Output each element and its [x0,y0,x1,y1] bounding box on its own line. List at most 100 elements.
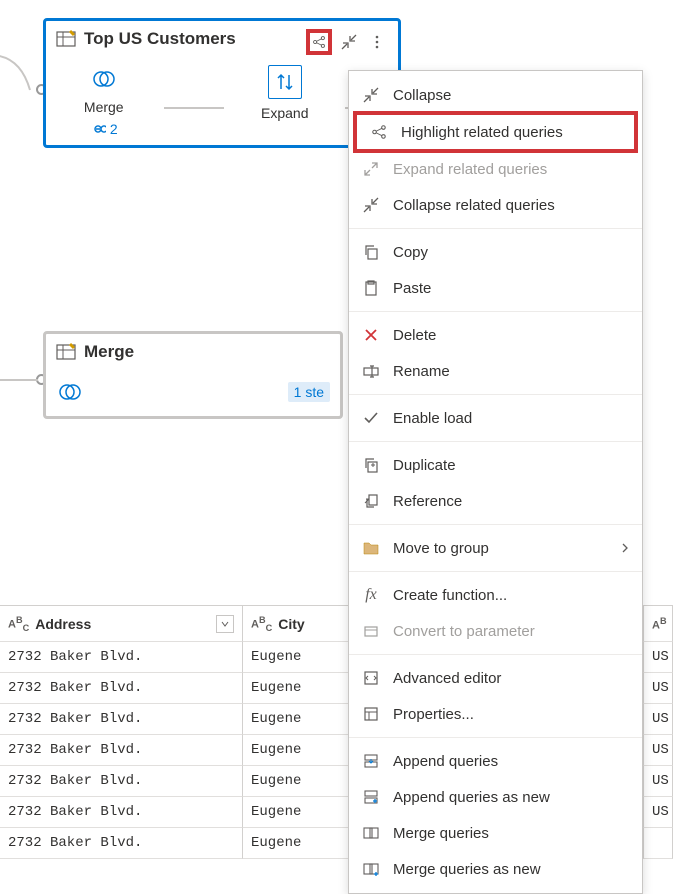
check-icon [361,408,381,428]
expand-step-icon [268,65,302,99]
step-connector [164,107,224,109]
menu-highlight-related[interactable]: Highlight related queries [357,115,634,149]
cell-city: Eugene [243,704,353,735]
reference-icon [361,491,381,511]
connector-line [0,374,45,386]
menu-advanced-editor[interactable]: Advanced editor [349,660,642,696]
menu-move-to-group[interactable]: Move to group [349,530,642,566]
merge-step-icon [56,378,84,406]
menu-delete[interactable]: Delete [349,317,642,353]
merge-new-icon [361,859,381,879]
more-icon[interactable] [364,29,390,55]
chevron-right-icon [620,540,630,557]
folder-icon [361,538,381,558]
cell-address: 2732 Baker Blvd. [0,797,243,828]
column-header-partial[interactable]: AB [643,606,673,642]
menu-expand-related: Expand related queries [349,151,642,187]
context-menu: Collapse Highlight related queries Expan… [348,70,643,894]
menu-collapse-related[interactable]: Collapse related queries [349,187,642,223]
menu-label: Merge queries [393,825,489,842]
column-label: Address [35,616,91,632]
collapse-icon [361,195,381,215]
diagram-canvas[interactable]: Top US Customers Merge [0,0,673,610]
menu-rename[interactable]: Rename [349,353,642,389]
menu-separator [349,737,642,738]
text-type-icon: AB [652,616,667,632]
delete-icon [361,325,381,345]
copy-icon [361,242,381,262]
step-label: Merge [84,99,124,115]
menu-label: Properties... [393,706,474,723]
cell-address: 2732 Baker Blvd. [0,704,243,735]
properties-icon [361,704,381,724]
menu-copy[interactable]: Copy [349,234,642,270]
collapse-icon [361,85,381,105]
menu-merge-queries[interactable]: Merge queries [349,815,642,851]
cell-city: Eugene [243,642,353,673]
cell-city: Eugene [243,673,353,704]
menu-merge-new[interactable]: Merge queries as new [349,851,642,887]
menu-properties[interactable]: Properties... [349,696,642,732]
menu-separator [349,311,642,312]
step-merge[interactable]: Merge 2 [69,65,139,137]
step-label: Expand [261,105,308,121]
table-icon [56,342,76,362]
filter-dropdown-icon[interactable] [216,615,234,633]
duplicate-icon [361,455,381,475]
table-icon [56,29,76,49]
highlight-related-icon[interactable] [306,29,332,55]
menu-label: Advanced editor [393,670,501,687]
editor-icon [361,668,381,688]
cell-address: 2732 Baker Blvd. [0,735,243,766]
menu-separator [349,441,642,442]
function-icon: fx [361,585,381,605]
menu-label: Append queries [393,753,498,770]
share-icon [369,122,389,142]
menu-paste[interactable]: Paste [349,270,642,306]
menu-label: Duplicate [393,457,456,474]
menu-reference[interactable]: Reference [349,483,642,519]
menu-label: Collapse [393,87,451,104]
column-header-city[interactable]: ABC City [243,606,353,642]
cell-city: Eugene [243,797,353,828]
reference-count[interactable]: 2 [90,121,118,137]
menu-duplicate[interactable]: Duplicate [349,447,642,483]
menu-append-queries[interactable]: Append queries [349,743,642,779]
steps-badge[interactable]: 1 ste [288,382,330,402]
cell-country: US [643,766,673,797]
menu-separator [349,228,642,229]
merge-step-icon [90,65,118,93]
cell-city: Eugene [243,828,353,859]
menu-separator [349,394,642,395]
append-icon [361,751,381,771]
menu-enable-load[interactable]: Enable load [349,400,642,436]
cell-address: 2732 Baker Blvd. [0,828,243,859]
column-label: City [278,616,304,632]
text-type-icon: ABC [251,615,272,633]
menu-label: Create function... [393,587,507,604]
cell-city: Eugene [243,766,353,797]
menu-separator [349,524,642,525]
column-header-address[interactable]: ABC Address [0,606,243,642]
append-new-icon [361,787,381,807]
menu-separator [349,571,642,572]
cell-country [643,828,673,859]
cell-country: US [643,642,673,673]
collapse-icon[interactable] [336,29,362,55]
paste-icon [361,278,381,298]
menu-label: Append queries as new [393,789,550,806]
node-merge[interactable]: Merge 1 ste [43,331,343,419]
expand-icon [361,159,381,179]
cell-address: 2732 Baker Blvd. [0,642,243,673]
menu-label: Enable load [393,410,472,427]
cell-address: 2732 Baker Blvd. [0,766,243,797]
cell-country: US [643,673,673,704]
step-expand[interactable]: Expand [250,65,320,121]
menu-append-new[interactable]: Append queries as new [349,779,642,815]
menu-convert-parameter: Convert to parameter [349,613,642,649]
menu-collapse[interactable]: Collapse [349,77,642,113]
menu-label: Collapse related queries [393,197,555,214]
menu-label: Rename [393,363,450,380]
cell-city: Eugene [243,735,353,766]
menu-create-function[interactable]: fx Create function... [349,577,642,613]
